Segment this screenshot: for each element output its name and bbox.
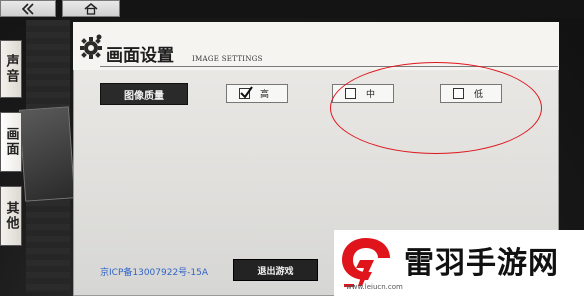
quality-option-label: 高 — [260, 90, 270, 100]
home-icon — [84, 2, 98, 15]
double-chevron-left-icon — [21, 2, 34, 15]
watermark-url: www.leiucn.com — [346, 283, 403, 291]
exit-game-button[interactable]: 退出游戏 — [233, 259, 318, 281]
top-bar — [0, 0, 584, 18]
gear-icon — [80, 34, 102, 59]
checkbox-checked[interactable] — [239, 86, 253, 99]
image-quality-label: 图像质量 — [100, 83, 188, 105]
settings-title: 画面设置 — [106, 46, 174, 66]
home-button[interactable] — [62, 0, 120, 17]
tab-screen[interactable]: 画面 — [0, 112, 22, 172]
checkmark-icon — [240, 86, 253, 99]
red-annotation-circle — [330, 62, 542, 154]
settings-subtitle: IMAGE SETTINGS — [192, 55, 263, 63]
tab-other[interactable]: 其他 — [0, 186, 22, 246]
tab-sound[interactable]: 声音 — [0, 40, 22, 98]
header-divider — [100, 66, 558, 67]
back-button[interactable] — [0, 0, 56, 17]
watermark-site-name: 雷羽手游网 — [404, 246, 559, 281]
background-photo — [18, 106, 76, 202]
quality-option-high[interactable]: 高 — [226, 84, 288, 103]
icp-license-link[interactable]: 京ICP备13007922号-15A — [100, 265, 208, 278]
